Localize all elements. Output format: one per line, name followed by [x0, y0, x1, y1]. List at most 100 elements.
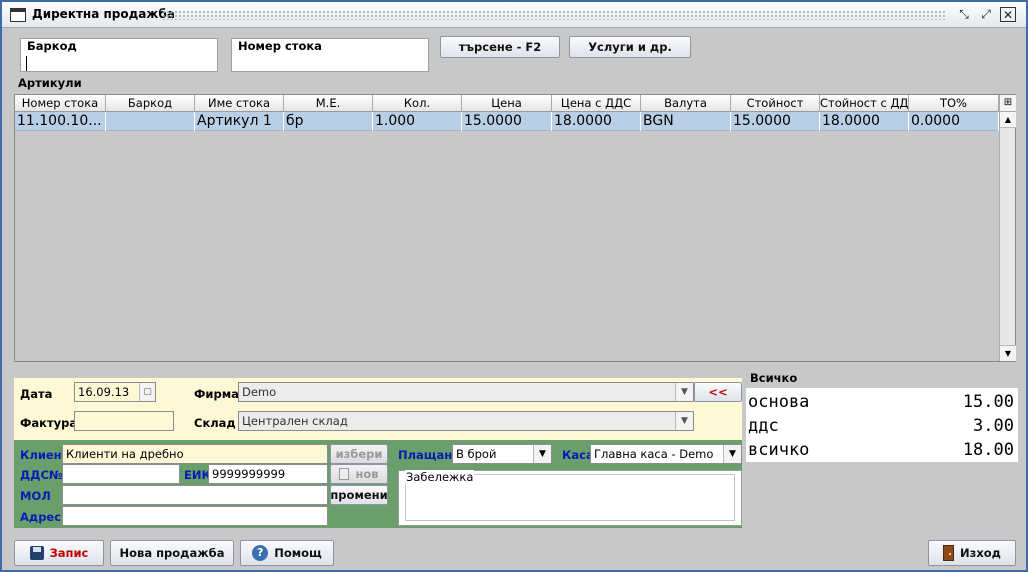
- document-icon: [339, 468, 350, 480]
- totals-total-value: 18.00: [962, 440, 1014, 460]
- close-icon[interactable]: ✕: [1000, 7, 1016, 22]
- calendar-icon[interactable]: ▢: [139, 383, 155, 401]
- col-value[interactable]: Стойност: [731, 95, 820, 112]
- warehouse-select[interactable]: Централен склад ▼: [238, 411, 694, 431]
- exit-button[interactable]: Изход: [928, 540, 1016, 566]
- address-label: Адрес: [20, 510, 62, 524]
- services-button[interactable]: Услуги и др.: [569, 36, 691, 58]
- door-icon: [943, 545, 955, 561]
- address-field[interactable]: [62, 506, 328, 526]
- company-select[interactable]: Demo ▼: [238, 382, 694, 402]
- col-price-vat[interactable]: Цена с ДДС: [552, 95, 641, 112]
- save-label: Запис: [49, 546, 89, 560]
- cashbox-value: Главна каса - Demo: [594, 447, 714, 461]
- note-field[interactable]: Забележка: [398, 470, 742, 526]
- table-scrollbar[interactable]: ⊞ ▲ ▼: [999, 95, 1016, 361]
- company-label: Фирма: [194, 387, 239, 401]
- cashbox-select[interactable]: Главна каса - Demo ▼: [590, 444, 742, 464]
- document-panel: Дата 16.09.13 ▢ Фирма Demo ▼ << Фактура …: [14, 378, 742, 440]
- minimize-icon[interactable]: ⤡: [956, 7, 972, 22]
- title-bar[interactable]: Директна продажба ⤡ ⤢ ✕: [2, 2, 1026, 28]
- warehouse-label: Склад: [194, 416, 236, 430]
- item-number-field[interactable]: Номер стока: [231, 38, 429, 72]
- articles-label: Артикули: [18, 76, 82, 90]
- search-button[interactable]: търсене - F2: [440, 36, 560, 58]
- vat-number-label: ДДС№: [20, 468, 63, 482]
- payment-value: В брой: [456, 447, 497, 461]
- eik-label: ЕИК: [184, 468, 211, 482]
- col-currency[interactable]: Валута: [641, 95, 731, 112]
- totals-panel: основа 15.00 ддс 3.00 всичко 18.00: [746, 388, 1018, 462]
- exit-label: Изход: [960, 546, 1001, 560]
- help-button[interactable]: ? Помощ: [240, 540, 334, 566]
- date-label: Дата: [20, 387, 53, 401]
- transfer-button[interactable]: <<: [694, 382, 742, 402]
- scroll-up-icon[interactable]: ▲: [1000, 112, 1016, 128]
- articles-table[interactable]: Номер стока Баркод Име стока М.Е. Кол. Ц…: [14, 94, 1016, 362]
- help-label: Помощ: [274, 546, 322, 560]
- col-discount[interactable]: ТО%: [909, 95, 999, 112]
- cell-discount: 0.0000: [909, 112, 999, 131]
- new-client-label: нов: [355, 467, 379, 481]
- totals-total-row: всичко 18.00: [748, 438, 1014, 462]
- cell-price-vat: 18.0000: [552, 112, 641, 131]
- item-number-label: Номер стока: [238, 39, 322, 53]
- eik-field[interactable]: 9999999999: [208, 464, 328, 484]
- choose-button[interactable]: избери: [330, 444, 388, 464]
- payment-label: Плащане: [398, 448, 461, 462]
- totals-label: Всичко: [750, 371, 798, 385]
- column-chooser-icon[interactable]: ⊞: [1000, 95, 1016, 112]
- direct-sale-window: Директна продажба ⤡ ⤢ ✕ Баркод Номер сто…: [0, 0, 1028, 572]
- save-button[interactable]: Запис: [14, 540, 104, 566]
- col-unit[interactable]: М.Е.: [284, 95, 373, 112]
- mol-label: МОЛ: [20, 489, 51, 503]
- new-client-button[interactable]: нов: [330, 464, 388, 484]
- totals-base-label: основа: [748, 392, 810, 412]
- warehouse-value: Централен склад: [242, 414, 348, 428]
- question-icon: ?: [252, 545, 269, 561]
- invoice-label: Фактура: [20, 416, 78, 430]
- chevron-down-icon[interactable]: ▼: [675, 383, 693, 401]
- cell-item-name: Артикул 1: [195, 112, 284, 131]
- text-caret: [26, 56, 27, 71]
- col-qty[interactable]: Кол.: [373, 95, 462, 112]
- chevron-down-icon[interactable]: ▼: [723, 445, 741, 463]
- vat-number-field[interactable]: [62, 464, 180, 484]
- cell-price: 15.0000: [462, 112, 552, 131]
- table-header: Номер стока Баркод Име стока М.Е. Кол. Ц…: [15, 95, 999, 112]
- scroll-down-icon[interactable]: ▼: [1000, 345, 1016, 361]
- cell-currency: BGN: [641, 112, 731, 131]
- client-panel: Клиент Клиенти на дребно избери ДДС№ ЕИК…: [14, 440, 742, 528]
- cell-unit: бр: [284, 112, 373, 131]
- window-icon: [10, 8, 26, 22]
- title-bar-grip: [162, 10, 946, 20]
- invoice-field[interactable]: [74, 411, 174, 431]
- col-barcode[interactable]: Баркод: [106, 95, 195, 112]
- totals-base-row: основа 15.00: [748, 390, 1014, 414]
- totals-vat-label: ддс: [748, 416, 779, 436]
- totals-total-label: всичко: [748, 440, 810, 460]
- totals-vat-row: ддс 3.00: [748, 414, 1014, 438]
- change-button[interactable]: промени: [330, 485, 388, 505]
- mol-field[interactable]: [62, 485, 328, 505]
- col-item-number[interactable]: Номер стока: [15, 95, 106, 112]
- barcode-label: Баркод: [27, 39, 77, 53]
- client-field[interactable]: Клиенти на дребно: [62, 444, 328, 464]
- chevron-down-icon[interactable]: ▼: [675, 412, 693, 430]
- maximize-icon[interactable]: ⤢: [978, 7, 994, 22]
- totals-vat-value: 3.00: [973, 416, 1014, 436]
- col-price[interactable]: Цена: [462, 95, 552, 112]
- payment-select[interactable]: В брой ▼: [452, 444, 552, 464]
- col-value-vat[interactable]: Стойност с ДДС: [820, 95, 909, 112]
- window-title: Директна продажба: [32, 7, 175, 21]
- new-sale-button[interactable]: Нова продажба: [110, 540, 234, 566]
- date-value: 16.09.13: [78, 385, 130, 399]
- barcode-field[interactable]: Баркод: [20, 38, 218, 72]
- chevron-down-icon[interactable]: ▼: [533, 445, 551, 463]
- floppy-disk-icon: [29, 546, 44, 560]
- table-row[interactable]: 11.100.10... Артикул 1 бр 1.000 15.0000 …: [15, 112, 999, 131]
- cashbox-label: Каса: [562, 448, 594, 462]
- cell-item-number: 11.100.10...: [15, 112, 106, 131]
- date-field[interactable]: 16.09.13 ▢: [74, 382, 156, 402]
- col-item-name[interactable]: Име стока: [195, 95, 284, 112]
